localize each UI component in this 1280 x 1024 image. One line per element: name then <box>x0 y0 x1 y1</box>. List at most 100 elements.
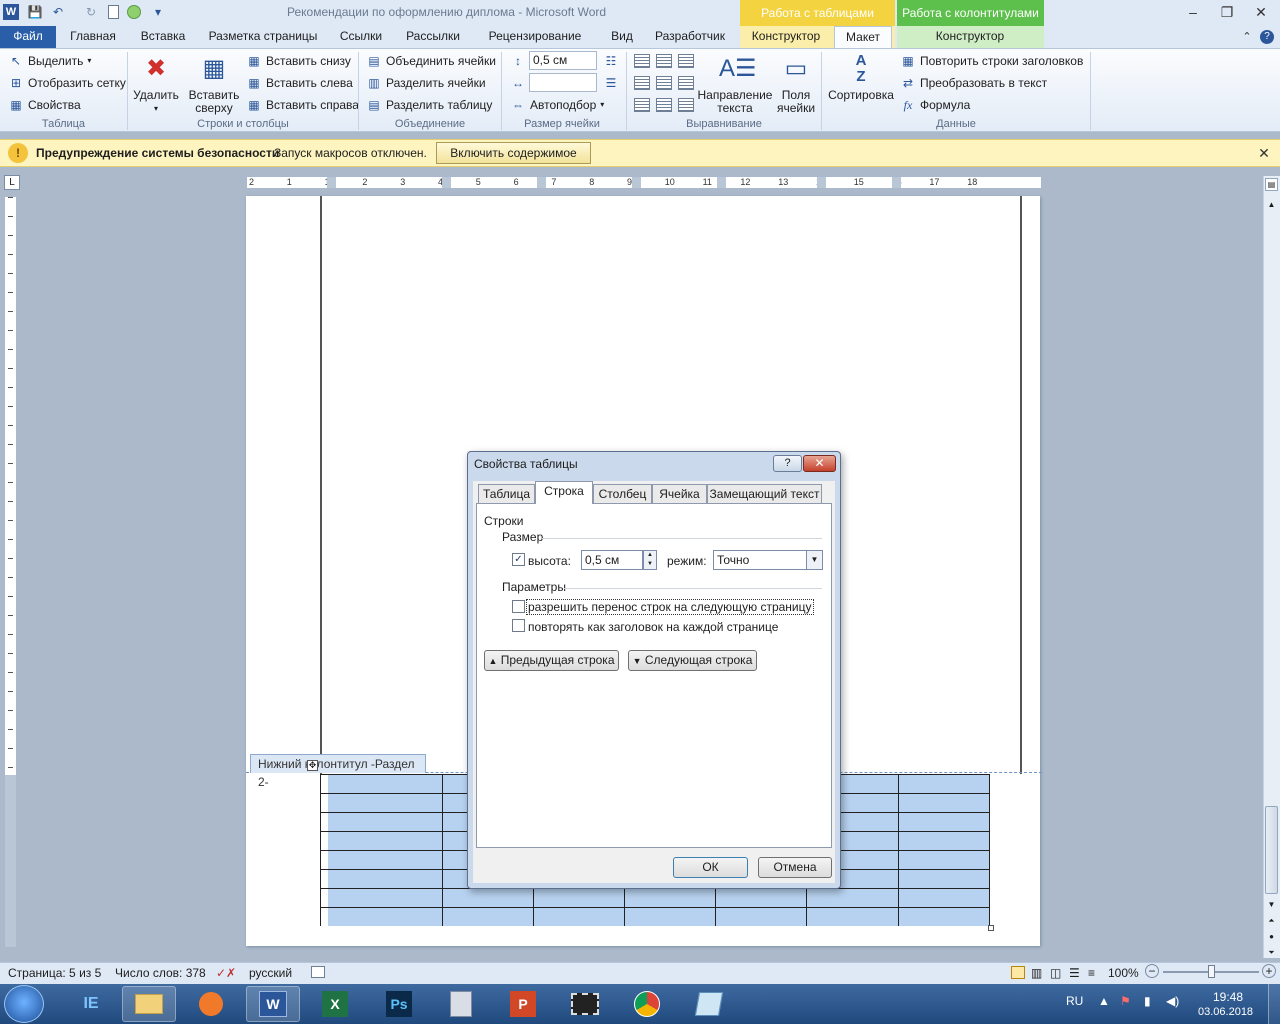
allow-row-break-label[interactable]: разрешить перенос строк на следующую стр… <box>526 599 814 615</box>
column-width-input[interactable] <box>529 73 597 92</box>
select-button[interactable]: ↖ Выделить ▾ <box>8 51 91 71</box>
collapse-ribbon-icon[interactable]: ⌃ <box>1240 30 1254 44</box>
ruler-column-marker[interactable] <box>817 177 826 188</box>
taskbar-word[interactable]: W <box>246 986 300 1022</box>
previous-page-icon[interactable]: ⏶ <box>1265 914 1278 927</box>
insert-right-button[interactable]: ▦ Вставить справа <box>246 95 359 115</box>
split-table-button[interactable]: ▤ Разделить таблицу <box>366 95 492 115</box>
taskbar-photoshop[interactable]: Ps <box>372 986 426 1022</box>
ruler-column-marker[interactable] <box>892 177 901 188</box>
distribute-columns-icon[interactable]: ☰ <box>603 75 619 91</box>
text-direction-button[interactable]: A☰ Направление текста <box>697 53 773 115</box>
dialog-close-button[interactable]: ✕ <box>803 455 836 472</box>
redo-icon[interactable]: ↻ <box>83 4 99 20</box>
delete-button[interactable]: ✖ Удалить ▾ <box>132 53 180 115</box>
ruler-column-marker[interactable] <box>717 177 726 188</box>
insert-left-button[interactable]: ▦ Вставить слева <box>246 73 352 93</box>
taskbar-chrome[interactable] <box>620 986 674 1022</box>
cancel-button[interactable]: Отмена <box>758 857 832 878</box>
zoom-level[interactable]: 100% <box>1108 966 1139 980</box>
table-resize-handle[interactable] <box>988 925 994 931</box>
repeat-header-checkbox[interactable] <box>512 619 525 632</box>
ruler-column-marker[interactable] <box>537 177 546 188</box>
align-top-left-icon[interactable] <box>634 54 650 68</box>
repeat-header-button[interactable]: ▦ Повторить строки заголовков <box>900 51 1083 71</box>
maximize-button[interactable]: ❐ <box>1213 2 1241 22</box>
taskbar-media[interactable] <box>184 986 238 1022</box>
height-input[interactable]: 0,5 см <box>581 550 643 570</box>
clock-time[interactable]: 19:48 <box>1213 990 1243 1004</box>
page-count[interactable]: Страница: 5 из 5 <box>8 966 101 980</box>
draft-view-icon[interactable]: ≡ <box>1088 966 1095 980</box>
network-icon[interactable]: ▮ <box>1144 994 1151 1008</box>
proofing-icon[interactable]: ✓✗ <box>216 966 236 980</box>
tab-references[interactable]: Ссылки <box>332 26 390 48</box>
ok-button[interactable]: ОК <box>673 857 748 878</box>
tab-page-layout[interactable]: Разметка страницы <box>200 26 326 48</box>
autofit-button[interactable]: ⇔ Автоподбор ▾ <box>510 95 604 115</box>
word-count[interactable]: Число слов: 378 <box>115 966 206 980</box>
volume-icon[interactable]: ◀) <box>1166 994 1179 1008</box>
align-bottom-center-icon[interactable] <box>656 98 672 112</box>
mode-select[interactable]: Точно <box>713 550 807 570</box>
distribute-rows-icon[interactable]: ☷ <box>603 53 619 69</box>
tab-review[interactable]: Рецензирование <box>476 26 594 48</box>
cell-margins-button[interactable]: ▭ Поля ячейки <box>775 53 817 115</box>
align-middle-center-icon[interactable] <box>656 76 672 90</box>
show-hidden-icons[interactable]: ▲ <box>1098 994 1110 1008</box>
show-desktop-button[interactable] <box>1268 984 1280 1024</box>
tab-column[interactable]: Столбец <box>593 484 652 504</box>
browse-object-icon[interactable]: ● <box>1265 930 1278 943</box>
undo-icon[interactable]: ↶ <box>50 4 66 20</box>
close-icon[interactable]: ✕ <box>1256 145 1272 161</box>
taskbar-video[interactable] <box>558 986 612 1022</box>
taskbar-excel[interactable]: X <box>308 986 362 1022</box>
tab-row[interactable]: Строка <box>535 481 593 505</box>
word-app-icon[interactable]: W <box>3 4 19 20</box>
align-bottom-right-icon[interactable] <box>678 98 694 112</box>
sort-button[interactable]: AZ Сортировка <box>826 53 896 102</box>
taskbar-ie[interactable]: IE <box>64 986 118 1022</box>
align-top-right-icon[interactable] <box>678 54 694 68</box>
split-cells-button[interactable]: ▥ Разделить ячейки <box>366 73 485 93</box>
scrollbar-thumb[interactable] <box>1265 806 1278 894</box>
minimize-button[interactable]: – <box>1179 2 1207 22</box>
height-spinner[interactable]: ▲ ▼ <box>643 550 657 570</box>
zoom-out-icon[interactable]: − <box>1145 964 1159 978</box>
save-icon[interactable]: 💾 <box>27 4 43 20</box>
taskbar-notepad[interactable] <box>682 986 736 1022</box>
tab-file[interactable]: Файл <box>0 26 56 48</box>
tab-table[interactable]: Таблица <box>478 484 535 504</box>
tab-home[interactable]: Главная <box>60 26 126 48</box>
taskbar-powerpoint[interactable]: P <box>496 986 550 1022</box>
tab-table-design[interactable]: Конструктор <box>742 26 830 48</box>
height-checkbox[interactable]: ✓ <box>512 553 525 566</box>
input-language[interactable]: RU <box>1066 994 1083 1008</box>
new-document-icon[interactable] <box>105 4 121 20</box>
dialog-help-button[interactable]: ? <box>773 455 802 472</box>
help-icon[interactable]: ? <box>1260 30 1274 44</box>
customize-qat-icon[interactable]: ▾ <box>150 4 166 20</box>
insert-below-button[interactable]: ▦ Вставить снизу <box>246 51 351 71</box>
insert-above-button[interactable]: ▦ Вставить сверху <box>186 53 242 115</box>
zoom-slider-thumb[interactable] <box>1208 965 1215 978</box>
horizontal-ruler[interactable]: 21123456789101112131415161718 <box>246 176 1042 189</box>
scroll-down-icon[interactable]: ▼ <box>1265 898 1278 911</box>
next-page-icon[interactable]: ⏷ <box>1265 946 1278 959</box>
convert-to-text-button[interactable]: ⇄ Преобразовать в текст <box>900 73 1047 93</box>
tab-view[interactable]: Вид <box>600 26 644 48</box>
table-move-handle-icon[interactable]: ✥ <box>307 760 318 771</box>
repeat-header-label[interactable]: повторять как заголовок на каждой страни… <box>528 620 778 634</box>
language-indicator[interactable]: русский <box>249 966 292 980</box>
taskbar-explorer[interactable] <box>122 986 176 1022</box>
row-height-input[interactable]: 0,5 см <box>529 51 597 70</box>
clock-date[interactable]: 03.06.2018 <box>1198 1006 1253 1018</box>
green-circle-icon[interactable] <box>126 4 142 20</box>
properties-button[interactable]: ▦ Свойства <box>8 95 80 115</box>
align-middle-left-icon[interactable] <box>634 76 650 90</box>
align-top-center-icon[interactable] <box>656 54 672 68</box>
formula-button[interactable]: fx Формула <box>900 95 971 115</box>
start-button[interactable] <box>4 985 44 1023</box>
tab-stop-selector[interactable]: L <box>4 175 20 190</box>
ruler-toggle-icon[interactable]: ▤ <box>1265 178 1278 191</box>
